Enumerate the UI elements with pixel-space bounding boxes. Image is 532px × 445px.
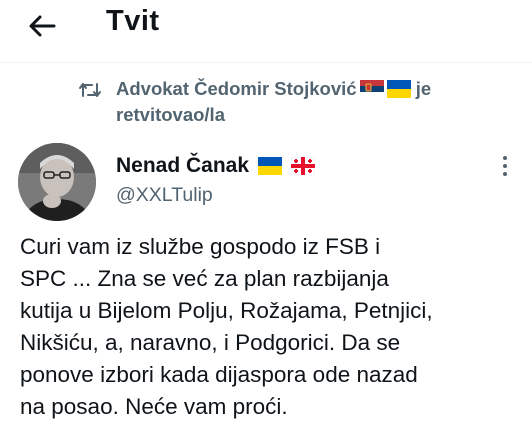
profile-photo-icon (18, 143, 96, 221)
tweet-line: Curi vam iz službe gospodo iz FSB i (20, 234, 381, 259)
avatar[interactable] (18, 143, 96, 221)
flag-serbia-icon (359, 80, 384, 98)
more-options-button[interactable] (494, 153, 516, 179)
flag-ukraine-icon (257, 157, 282, 175)
flag-georgia-icon (290, 157, 315, 175)
tweet-line: na posao. Neće vam proći. (20, 394, 288, 419)
retweet-action: retvitovao/la (116, 104, 225, 125)
author-handle[interactable]: @XXLTulip (116, 184, 213, 207)
retweeter-name[interactable]: Advokat Čedomir Stojković (116, 78, 357, 99)
back-button[interactable] (24, 8, 60, 44)
tweet-line: SPC ... Zna se već za plan razbijanja (20, 266, 389, 291)
retweet-suffix: je (415, 78, 432, 99)
tweet-line: ponove izbori kada dijaspora ode nazad (20, 362, 418, 387)
tweet-line: kutija u Bijelom Polju, Rožajama, Petnji… (20, 298, 433, 323)
more-vertical-icon (503, 156, 507, 176)
author-name-row[interactable]: Nenad Čanak (116, 154, 315, 178)
page-title: Tvit (106, 5, 160, 37)
arrow-left-icon (29, 15, 56, 37)
header-divider (0, 62, 532, 63)
top-bar: Tvit (0, 0, 532, 56)
flag-ukraine-icon (386, 80, 411, 98)
tweet-line: Nikšiću, a, naravno, i Podgorici. Da se (20, 330, 401, 355)
tweet-text: Curi vam iz službe gospodo iz FSB i SPC … (20, 231, 526, 423)
retweet-icon (79, 83, 101, 97)
author-name[interactable]: Nenad Čanak (116, 154, 249, 177)
